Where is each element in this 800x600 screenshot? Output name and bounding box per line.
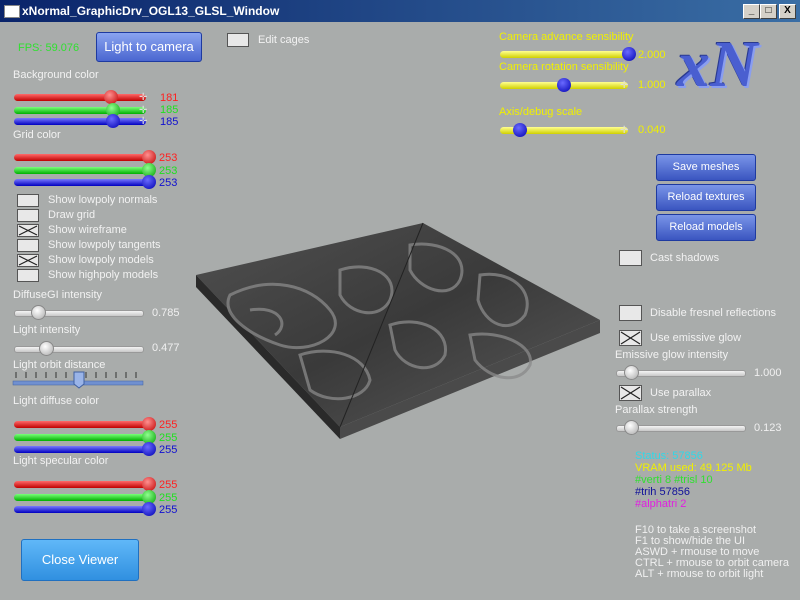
status-text: Status: 57856 <box>635 450 703 462</box>
maximize-button[interactable]: □ <box>760 4 777 19</box>
camera-advance-sensibility-value: 2.000 <box>638 49 666 61</box>
emissive-glow-intensity-value: 1.000 <box>754 367 782 379</box>
use-parallax-checkbox[interactable] <box>619 385 642 401</box>
use-emissive-glow-label: Use emissive glow <box>650 332 742 344</box>
help-line: ALT + rmouse to orbit light <box>635 568 764 580</box>
close-viewer-button[interactable]: Close Viewer <box>21 539 139 581</box>
disable-fresnel-label: Disable fresnel reflections <box>650 307 776 319</box>
show-wireframe-checkbox[interactable] <box>17 224 39 237</box>
show-highpoly-models-label: Show highpoly models <box>48 269 159 281</box>
xn-logo: xN <box>677 28 758 101</box>
background-color-blue-value: 185 <box>160 116 179 128</box>
window-icon <box>4 5 20 18</box>
check-mark-icon <box>620 331 641 345</box>
title-bar[interactable]: xNormal_GraphicDrv_OGL13_GLSL_Window _ □… <box>0 0 800 22</box>
axis-debug-scale-value: 0.040 <box>638 124 666 136</box>
edit-cages-label: Edit cages <box>258 34 310 46</box>
parallax-strength-label: Parallax strength <box>615 404 698 416</box>
camera-advance-sensibility-label: Camera advance sensibility <box>499 31 634 43</box>
reload-textures-button[interactable]: Reload textures <box>656 184 756 211</box>
check-mark-icon <box>620 386 641 400</box>
grid-color-label: Grid color <box>13 129 61 141</box>
parallax-strength-value: 0.123 <box>754 422 782 434</box>
viewport-mesh[interactable] <box>190 215 605 445</box>
minimize-button[interactable]: _ <box>743 4 760 19</box>
camera-rotation-sensibility-label: Camera rotation sensibility <box>499 61 629 73</box>
diffusegi-intensity-label: DiffuseGI intensity <box>13 289 103 301</box>
use-parallax-label: Use parallax <box>650 387 712 399</box>
alphatri-text: #alphatri 2 <box>635 498 687 510</box>
light-diffuse-red-value: 255 <box>159 419 178 431</box>
cast-shadows-label: Cast shadows <box>650 252 720 264</box>
light-intensity-label: Light intensity <box>13 324 81 336</box>
cast-shadows-checkbox[interactable] <box>619 250 642 266</box>
draw-grid-checkbox[interactable] <box>17 209 39 222</box>
verts-tris-text: #verti 8 #trisl 10 <box>635 474 713 486</box>
show-lowpoly-models-label: Show lowpoly models <box>48 254 154 266</box>
window-title: xNormal_GraphicDrv_OGL13_GLSL_Window <box>22 4 280 18</box>
fps-counter: FPS: 59.076 <box>18 42 80 54</box>
background-color-label: Background color <box>13 69 99 81</box>
check-mark-icon <box>18 255 38 266</box>
light-specular-green-value: 255 <box>159 492 178 504</box>
light-specular-blue-value: 255 <box>159 504 178 516</box>
light-intensity-value: 0.477 <box>152 342 180 354</box>
light-specular-red-value: 255 <box>159 479 178 491</box>
show-highpoly-models-checkbox[interactable] <box>17 269 39 282</box>
camera-rotation-sensibility-value: 1.000 <box>638 79 666 91</box>
trih-text: #trih 57856 <box>635 486 691 498</box>
emissive-glow-intensity-label: Emissive glow intensity <box>615 349 729 361</box>
light-to-camera-button[interactable]: Light to camera <box>96 32 202 62</box>
use-emissive-glow-checkbox[interactable] <box>619 330 642 346</box>
keyboard-help: F10 to take a screenshot F1 to show/hide… <box>635 525 789 580</box>
light-diffuse-color-label: Light diffuse color <box>13 395 100 407</box>
show-lowpoly-tangents-label: Show lowpoly tangents <box>48 239 161 251</box>
background-color-green-value: 185 <box>160 104 179 116</box>
show-lowpoly-normals-checkbox[interactable] <box>17 194 39 207</box>
axis-debug-scale-label: Axis/debug scale <box>499 106 583 118</box>
light-specular-color-label: Light specular color <box>13 455 109 467</box>
show-lowpoly-normals-label: Show lowpoly normals <box>48 194 158 206</box>
show-lowpoly-tangents-checkbox[interactable] <box>17 239 39 252</box>
show-wireframe-label: Show wireframe <box>48 224 127 236</box>
light-diffuse-blue-value: 255 <box>159 444 178 456</box>
vram-used-text: VRAM used: 49.125 Mb <box>635 462 752 474</box>
edit-cages-checkbox[interactable] <box>227 33 249 47</box>
reload-models-button[interactable]: Reload models <box>656 214 756 241</box>
close-button[interactable]: X <box>779 4 796 19</box>
grid-color-green-value: 253 <box>159 165 178 177</box>
light-diffuse-green-value: 255 <box>159 432 178 444</box>
check-mark-icon <box>18 225 38 236</box>
background-color-red-value: 181 <box>160 92 179 104</box>
disable-fresnel-checkbox[interactable] <box>619 305 642 321</box>
draw-grid-label: Draw grid <box>48 209 96 221</box>
show-lowpoly-models-checkbox[interactable] <box>17 254 39 267</box>
grid-color-red-value: 253 <box>159 152 178 164</box>
diffusegi-intensity-value: 0.785 <box>152 307 180 319</box>
save-meshes-button[interactable]: Save meshes <box>656 154 756 181</box>
grid-color-blue-value: 253 <box>159 177 178 189</box>
